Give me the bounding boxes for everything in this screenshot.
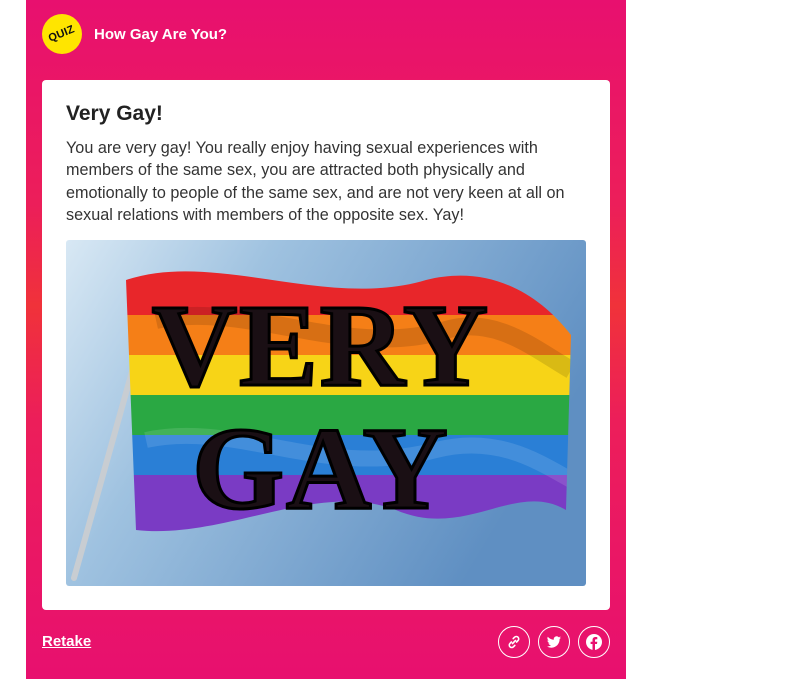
result-title: Very Gay! (66, 102, 163, 125)
retake-link[interactable]: Retake (42, 633, 91, 650)
quiz-panel: QUIZ How Gay Are You? Very Gay! You are … (26, 0, 626, 679)
twitter-icon (546, 636, 561, 648)
facebook-icon (586, 634, 602, 650)
copy-link-button[interactable] (498, 626, 530, 658)
share-buttons (498, 626, 610, 658)
quiz-title[interactable]: How Gay Are You? (94, 26, 227, 43)
result-description: You are very gay! You really enjoy havin… (66, 139, 565, 224)
image-text-gay: GAY (192, 403, 449, 534)
share-facebook-button[interactable] (578, 626, 610, 658)
quiz-badge-text: QUIZ (47, 23, 77, 45)
share-twitter-button[interactable] (538, 626, 570, 658)
result-image: VERY GAY (66, 240, 586, 586)
quiz-badge-logo: QUIZ (42, 14, 82, 54)
very-gay-overlay-text: VERY GAY (150, 279, 490, 536)
link-icon (508, 635, 520, 649)
quiz-header: QUIZ How Gay Are You? (42, 14, 227, 54)
image-text-very: VERY (152, 280, 490, 411)
result-card: Very Gay! You are very gay! You really e… (42, 80, 610, 610)
